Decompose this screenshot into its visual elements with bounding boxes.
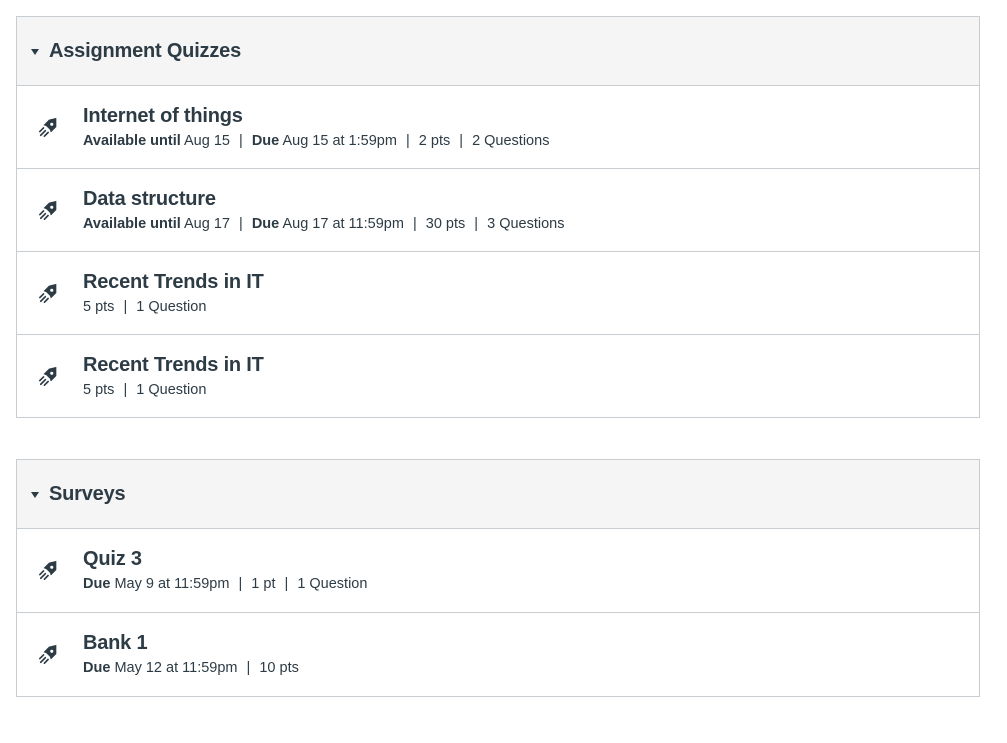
quiz-rocket-icon bbox=[39, 117, 57, 137]
quiz-meta: 5 pts | 1 Question bbox=[83, 297, 264, 317]
points-value: 1 pt bbox=[251, 576, 276, 592]
due-value: Aug 17 at 11:59pm bbox=[282, 216, 404, 232]
quiz-rocket-icon bbox=[39, 200, 57, 220]
quiz-title-link[interactable]: Data structure bbox=[83, 187, 565, 211]
available-label: Available until bbox=[83, 216, 181, 232]
quiz-item: Data structure Available until Aug 17 | … bbox=[17, 168, 979, 251]
separator: | bbox=[238, 576, 243, 592]
group-header-assignment-quizzes[interactable]: Assignment Quizzes bbox=[17, 17, 979, 85]
quiz-rocket-icon bbox=[39, 283, 57, 303]
due-value: May 9 at 11:59pm bbox=[114, 576, 230, 592]
questions-count: 1 Question bbox=[297, 576, 368, 592]
points-value: 10 pts bbox=[259, 660, 299, 676]
quiz-title-link[interactable]: Recent Trends in IT bbox=[83, 270, 264, 294]
group-title: Assignment Quizzes bbox=[49, 39, 241, 62]
points-value: 2 pts bbox=[418, 133, 451, 149]
quiz-title-link[interactable]: Recent Trends in IT bbox=[83, 353, 264, 377]
quiz-item: Internet of things Available until Aug 1… bbox=[17, 85, 979, 168]
separator: | bbox=[405, 133, 410, 149]
separator: | bbox=[412, 216, 417, 232]
separator: | bbox=[239, 216, 243, 232]
separator: | bbox=[246, 660, 251, 676]
quiz-item: Quiz 3 Due May 9 at 11:59pm | 1 pt | 1 Q… bbox=[17, 528, 979, 612]
due-label: Due bbox=[251, 133, 280, 149]
separator: | bbox=[474, 216, 479, 232]
available-value: Aug 17 bbox=[184, 216, 230, 232]
points-value: 30 pts bbox=[425, 216, 466, 232]
questions-count: 2 Questions bbox=[472, 133, 550, 149]
questions-count: 1 Question bbox=[136, 299, 207, 315]
quiz-title-link[interactable]: Bank 1 bbox=[83, 631, 299, 655]
due-value: Aug 15 at 1:59pm bbox=[282, 133, 397, 149]
group-title: Surveys bbox=[49, 482, 126, 505]
due-label: Due bbox=[251, 216, 280, 232]
separator: | bbox=[123, 382, 128, 398]
due-label: Due bbox=[83, 576, 111, 592]
group-assignment-quizzes: Assignment Quizzes Internet of things Av… bbox=[16, 16, 980, 418]
quiz-item: Bank 1 Due May 12 at 11:59pm | 10 pts bbox=[17, 612, 979, 696]
quiz-meta: Due May 12 at 11:59pm | 10 pts bbox=[83, 658, 299, 678]
points-value: 5 pts bbox=[83, 299, 115, 315]
separator: | bbox=[284, 576, 289, 592]
questions-count: 3 Questions bbox=[487, 216, 565, 232]
quiz-item: Recent Trends in IT 5 pts | 1 Question bbox=[17, 251, 979, 334]
available-label: Available until bbox=[83, 133, 181, 149]
available-value: Aug 15 bbox=[184, 133, 230, 149]
quiz-rocket-icon bbox=[39, 560, 57, 580]
due-value: May 12 at 11:59pm bbox=[114, 660, 238, 676]
quiz-list: Assignment Quizzes Internet of things Av… bbox=[16, 16, 980, 738]
separator: | bbox=[239, 133, 243, 149]
caret-down-icon[interactable] bbox=[31, 48, 39, 55]
quiz-meta: Available until Aug 15 | Due Aug 15 at 1… bbox=[83, 131, 549, 151]
questions-count: 1 Question bbox=[136, 382, 207, 398]
quiz-meta: 5 pts | 1 Question bbox=[83, 380, 264, 400]
quiz-meta: Available until Aug 17 | Due Aug 17 at 1… bbox=[83, 214, 565, 234]
quiz-rocket-icon bbox=[39, 366, 57, 386]
quiz-title-link[interactable]: Quiz 3 bbox=[83, 547, 367, 571]
separator: | bbox=[459, 133, 464, 149]
points-value: 5 pts bbox=[83, 382, 115, 398]
quiz-item: Recent Trends in IT 5 pts | 1 Question bbox=[17, 334, 979, 417]
quiz-title-link[interactable]: Internet of things bbox=[83, 104, 549, 128]
caret-down-icon[interactable] bbox=[31, 491, 39, 498]
separator: | bbox=[123, 299, 128, 315]
due-label: Due bbox=[83, 660, 111, 676]
group-header-surveys[interactable]: Surveys bbox=[17, 460, 979, 528]
group-surveys: Surveys Quiz 3 Due May 9 at 11:59pm | 1 … bbox=[16, 459, 980, 697]
quiz-meta: Due May 9 at 11:59pm | 1 pt | 1 Question bbox=[83, 574, 367, 594]
quiz-rocket-icon bbox=[39, 644, 57, 664]
